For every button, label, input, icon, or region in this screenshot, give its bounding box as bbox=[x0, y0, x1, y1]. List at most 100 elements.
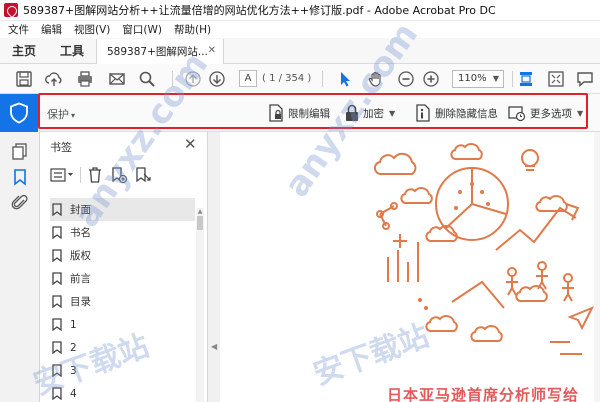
document-view[interactable]: 日本亚马逊首席分析师写给 bbox=[220, 132, 600, 402]
remove-hidden-info-button[interactable]: 删除隐藏信息 bbox=[415, 102, 498, 124]
tab-document-label: 589387+图解网站... bbox=[107, 46, 208, 58]
bookmark-item[interactable]: 封面 bbox=[50, 198, 195, 221]
left-navigation-strip bbox=[0, 94, 40, 402]
menu-file[interactable]: 文件 bbox=[8, 22, 29, 37]
bookmark-label: 书名 bbox=[70, 227, 91, 239]
comment-icon[interactable] bbox=[575, 69, 595, 89]
bookmark-label: 前言 bbox=[70, 273, 91, 285]
collapse-panel-icon[interactable]: ◀ bbox=[211, 342, 217, 351]
menu-window[interactable]: 窗口(W) bbox=[122, 22, 162, 37]
bookmark-label: 封面 bbox=[70, 204, 91, 216]
document-scrollbar[interactable] bbox=[594, 132, 600, 402]
menu-help[interactable]: 帮助(H) bbox=[174, 22, 211, 37]
cover-title: 日本亚马逊首席分析师写给 bbox=[387, 386, 580, 402]
bookmark-icon bbox=[52, 341, 62, 354]
bookmark-item[interactable]: 3 bbox=[50, 359, 195, 382]
bookmark-label: 目录 bbox=[70, 296, 91, 308]
bookmarks-panel: 书签 ✕ 封面 书名 版权 前言 目录 1 2 3 4 ▲ bbox=[40, 132, 208, 402]
restrict-edit-button[interactable]: 限制编辑 bbox=[268, 102, 330, 124]
toolbar-divider bbox=[512, 71, 513, 87]
protect-menu[interactable]: 保护 ▾ bbox=[47, 106, 75, 122]
bookmarks-panel-title: 书签 bbox=[50, 141, 72, 154]
hand-tool-icon[interactable] bbox=[366, 69, 386, 89]
bookmark-label: 4 bbox=[70, 387, 77, 400]
bookmarks-toolbar bbox=[40, 162, 208, 188]
protect-label: 保护 bbox=[47, 108, 69, 121]
toolbar-divider bbox=[172, 71, 173, 87]
bookmark-label: 2 bbox=[70, 341, 77, 354]
page-number-input[interactable]: A bbox=[239, 70, 257, 87]
zoom-out-icon[interactable] bbox=[396, 69, 416, 89]
acrobat-logo-icon bbox=[4, 3, 18, 17]
select-cursor-icon[interactable] bbox=[335, 69, 355, 89]
bookmarks-scrollbar[interactable]: ▲ bbox=[196, 208, 204, 402]
save-icon[interactable] bbox=[14, 69, 34, 89]
more-options-label: 更多选项 bbox=[530, 107, 572, 120]
bookmark-item[interactable]: 目录 bbox=[50, 290, 195, 313]
scrollbar-thumb[interactable] bbox=[197, 216, 203, 230]
encrypt-label: 加密 bbox=[363, 107, 384, 120]
shield-icon bbox=[10, 102, 28, 124]
attachment-icon[interactable] bbox=[11, 194, 29, 212]
close-icon[interactable]: ✕ bbox=[208, 45, 216, 56]
email-icon[interactable] bbox=[107, 69, 127, 89]
panel-splitter[interactable]: ◀ bbox=[208, 132, 220, 402]
full-screen-icon[interactable] bbox=[546, 69, 566, 89]
cloud-upload-icon[interactable] bbox=[44, 69, 64, 89]
chevron-down-icon: ▾ bbox=[71, 111, 76, 120]
bookmark-label: 3 bbox=[70, 364, 77, 377]
bookmark-icon bbox=[52, 364, 62, 377]
protect-tool-button[interactable] bbox=[0, 94, 38, 132]
bookmark-item[interactable]: 前言 bbox=[50, 267, 195, 290]
chevron-down-icon: ▼ bbox=[492, 74, 499, 83]
bookmark-icon bbox=[52, 295, 62, 308]
window-title: 589387+图解网站分析++让流量倍增的网站优化方法++修订版.pdf - A… bbox=[23, 4, 496, 17]
title-bar: 589387+图解网站分析++让流量倍增的网站优化方法++修订版.pdf - A… bbox=[0, 0, 600, 21]
chevron-down-icon: ▼ bbox=[577, 108, 584, 118]
remove-hidden-info-icon bbox=[416, 104, 430, 122]
menu-edit[interactable]: 编辑 bbox=[41, 22, 62, 37]
tab-tools[interactable]: 工具 bbox=[48, 38, 96, 63]
bookmark-icon bbox=[52, 226, 62, 239]
lock-icon bbox=[346, 104, 358, 121]
close-icon[interactable]: ✕ bbox=[184, 135, 197, 153]
zoom-value: 110% bbox=[458, 73, 487, 84]
zoom-select[interactable]: 110% ▼ bbox=[452, 70, 504, 88]
more-options-button[interactable]: 更多选项 ▼ bbox=[508, 102, 583, 124]
tab-document[interactable]: 589387+图解网站... ✕ bbox=[96, 39, 224, 64]
new-bookmark-icon[interactable] bbox=[110, 166, 128, 184]
bookmark-icon bbox=[52, 318, 62, 331]
bookmark-icon bbox=[52, 387, 62, 400]
menu-view[interactable]: 视图(V) bbox=[74, 22, 110, 37]
bookmark-icon bbox=[52, 249, 62, 262]
bookmarks-list: 封面 书名 版权 前言 目录 1 2 3 4 bbox=[50, 198, 195, 402]
menu-bar: 文件 编辑 视图(V) 窗口(W) 帮助(H) bbox=[0, 21, 600, 38]
bookmark-options-icon[interactable] bbox=[50, 166, 74, 184]
remove-hidden-info-label: 删除隐藏信息 bbox=[435, 107, 498, 120]
toolbar-divider bbox=[322, 71, 323, 87]
print-icon[interactable] bbox=[75, 69, 95, 89]
expand-bookmark-icon[interactable] bbox=[134, 166, 152, 184]
bookmark-panel-icon[interactable] bbox=[11, 168, 29, 186]
panel-divider bbox=[80, 167, 81, 183]
bookmark-label: 版权 bbox=[70, 250, 91, 262]
tab-home[interactable]: 主页 bbox=[0, 38, 48, 63]
scroll-up-icon[interactable]: ▲ bbox=[196, 208, 204, 215]
restrict-edit-label: 限制编辑 bbox=[288, 107, 330, 120]
encrypt-button[interactable]: 加密 ▼ bbox=[345, 102, 395, 124]
bookmark-item[interactable]: 4 bbox=[50, 382, 195, 402]
bookmark-item[interactable]: 2 bbox=[50, 336, 195, 359]
more-options-icon bbox=[508, 106, 526, 122]
bookmark-item[interactable]: 书名 bbox=[50, 221, 195, 244]
search-icon[interactable] bbox=[137, 69, 157, 89]
delete-icon[interactable] bbox=[86, 166, 104, 184]
page-down-icon[interactable] bbox=[207, 69, 227, 89]
zoom-in-icon[interactable] bbox=[421, 69, 441, 89]
chevron-down-icon: ▼ bbox=[389, 108, 396, 118]
page-count: ( 1 / 354 ) bbox=[262, 73, 312, 84]
page-up-icon[interactable] bbox=[183, 69, 203, 89]
bookmark-item[interactable]: 版权 bbox=[50, 244, 195, 267]
fit-page-icon[interactable] bbox=[516, 69, 536, 89]
page-thumbnails-icon[interactable] bbox=[11, 142, 29, 160]
bookmark-item[interactable]: 1 bbox=[50, 313, 195, 336]
